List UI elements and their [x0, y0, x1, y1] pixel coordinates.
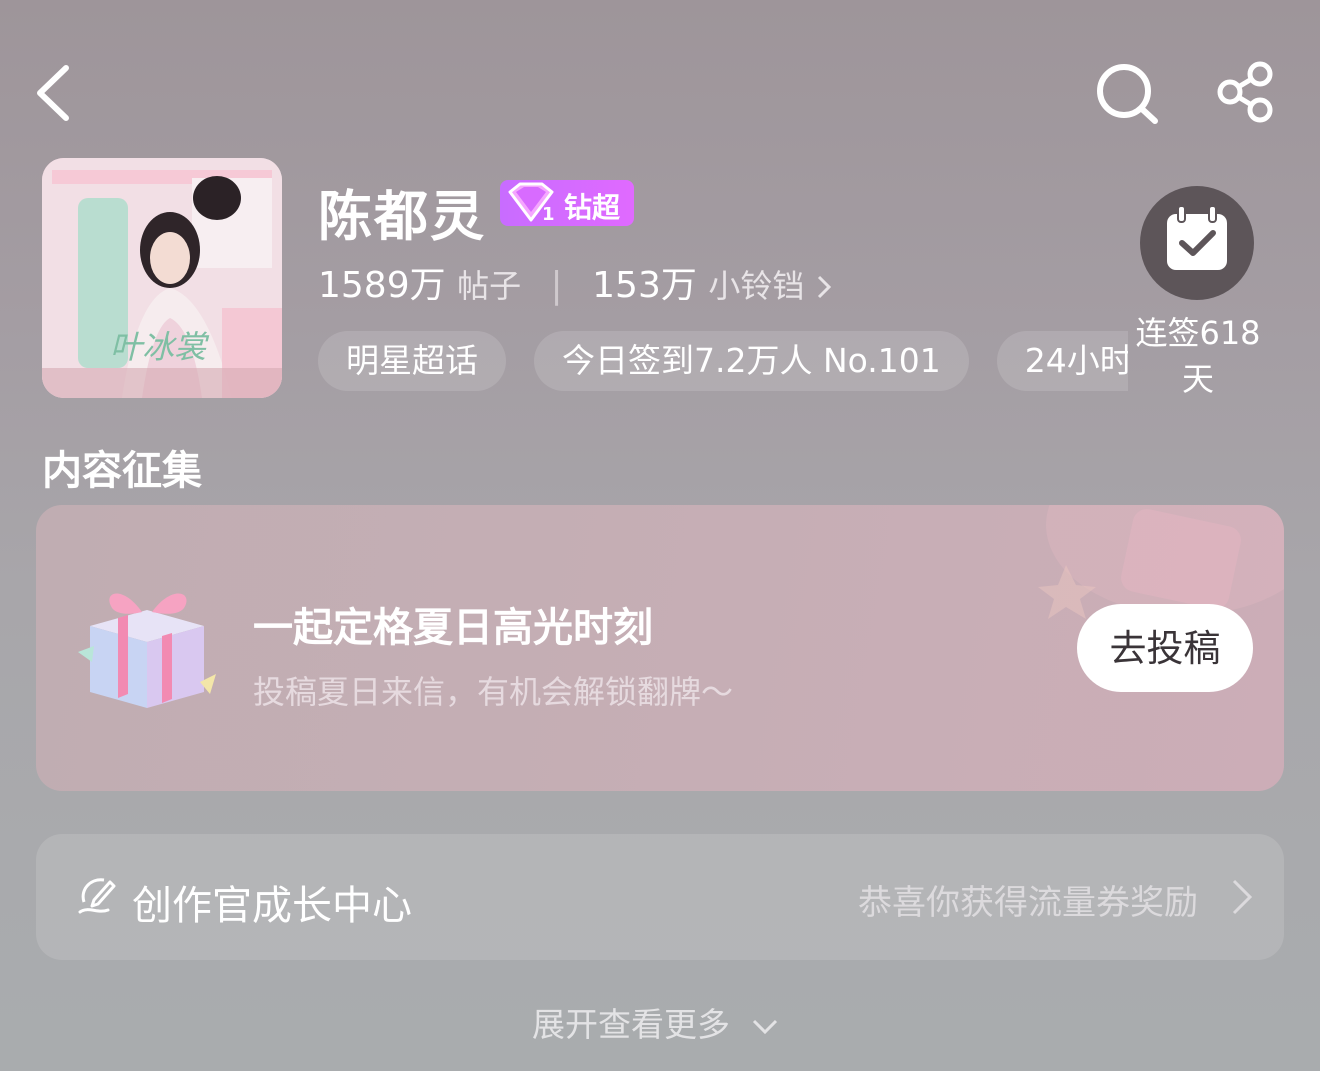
topic-cover-image[interactable]: 叶冰裳 [42, 158, 282, 398]
campaign-title: 一起定格夏日高光时刻 [253, 605, 653, 651]
share-button[interactable] [1210, 60, 1280, 126]
bells-link[interactable]: 153万 小铃铛 [592, 265, 832, 306]
submit-post-button[interactable]: 去投稿 [1077, 604, 1253, 692]
posts-count: 1589万 [318, 265, 446, 306]
chevron-down-icon [752, 1019, 777, 1035]
badge-level: 1 [542, 204, 555, 225]
cover-caption: 叶冰裳 [110, 328, 210, 366]
badge-label: 钻超 [564, 191, 621, 224]
tag-star-topic[interactable]: 明星超话 [318, 331, 506, 391]
search-icon [1097, 64, 1158, 124]
section-title: 内容征集 [42, 448, 202, 494]
checkin-button[interactable] [1140, 186, 1254, 300]
creator-pen-icon [78, 878, 116, 914]
posts-label: 帖子 [457, 267, 522, 305]
checkin-streak-label: 连签618天 [1135, 314, 1261, 398]
chevron-right-icon [1232, 879, 1253, 915]
diamond-icon: 1 [508, 182, 555, 225]
back-button[interactable] [30, 60, 80, 126]
back-arrow-icon [37, 65, 69, 121]
creator-reward-text: 恭喜你获得流量券奖励 [858, 883, 1198, 923]
tag-24h[interactable]: 24小时 [996, 331, 1128, 391]
share-icon [1217, 61, 1273, 123]
tag-row: 明星超话 今日签到7.2万人 No.101 24小时 [318, 331, 1128, 393]
gift-box-icon [72, 574, 222, 714]
tag-checkin-today[interactable]: 今日签到7.2万人 No.101 [534, 331, 969, 391]
super-badge[interactable]: 1 钻超 [500, 180, 634, 226]
stats-divider: | [550, 265, 563, 306]
calendar-check-icon [1167, 205, 1227, 270]
bells-label: 小铃铛 [708, 267, 805, 305]
chevron-right-icon [817, 275, 831, 299]
expand-label: 展开查看更多 [532, 1005, 730, 1044]
topic-name: 陈都灵 [318, 185, 486, 248]
cover-illustration: 叶冰裳 [42, 158, 282, 398]
search-button[interactable] [1092, 60, 1162, 126]
expand-more-button[interactable]: 展开查看更多 [532, 998, 779, 1046]
creator-center-label: 创作官成长中心 [132, 883, 412, 929]
campaign-subtitle: 投稿夏日来信，有机会解锁翻牌～ [253, 673, 734, 711]
topic-stats: 1589万 帖子 | 153万 小铃铛 [318, 256, 832, 308]
bells-count: 153万 [592, 265, 697, 306]
